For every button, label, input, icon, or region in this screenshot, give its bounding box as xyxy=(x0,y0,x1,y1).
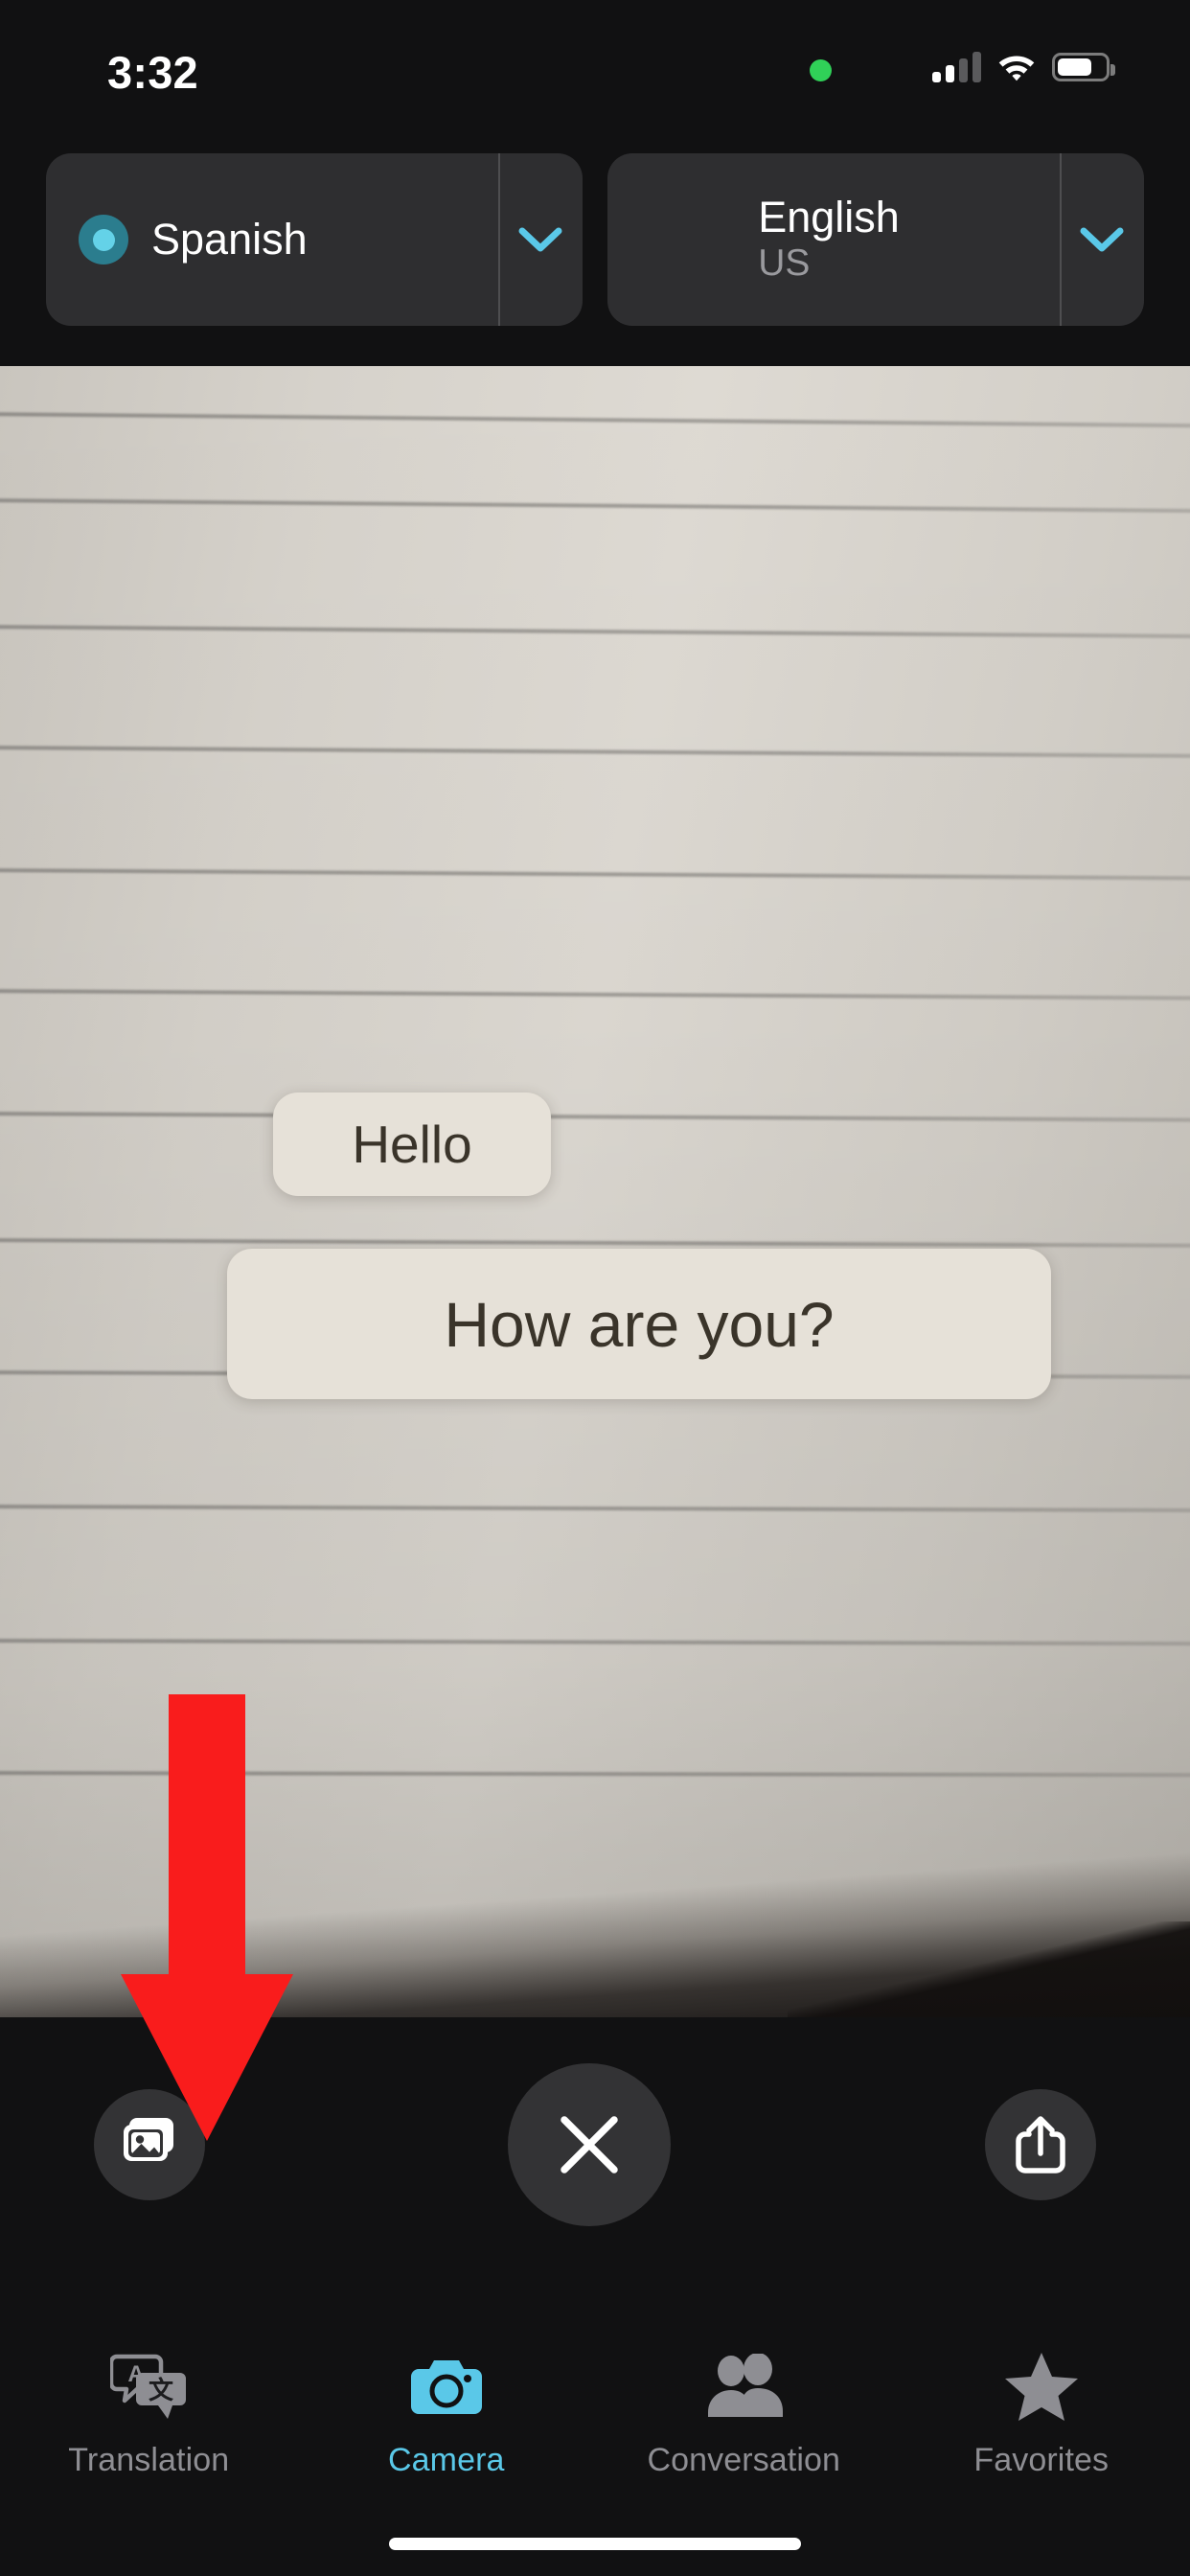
tab-camera[interactable]: Camera xyxy=(298,2346,596,2479)
tab-camera-label: Camera xyxy=(387,2442,505,2478)
lined-paper-background xyxy=(0,366,1190,2017)
target-language-dropdown-button[interactable] xyxy=(1060,153,1144,326)
tab-conversation-label: Conversation xyxy=(647,2442,841,2478)
tab-translation-icon-wrap: A 文 xyxy=(110,2346,187,2428)
battery-icon xyxy=(1052,53,1115,81)
share-button[interactable] xyxy=(985,2089,1096,2200)
chevron-down-icon xyxy=(1080,227,1124,252)
phone-screen: 3:32 Spanish English US Hello How are yo… xyxy=(0,0,1190,2576)
tab-favorites-label: Favorites xyxy=(973,2442,1110,2478)
tab-translation-label: Translation xyxy=(68,2442,230,2478)
source-language-dropdown-button[interactable] xyxy=(498,153,583,326)
target-language-pill[interactable]: English US xyxy=(607,153,1144,326)
source-language-button[interactable]: Spanish xyxy=(46,153,498,326)
people-icon xyxy=(708,2354,784,2417)
photo-library-icon xyxy=(124,2118,173,2161)
tab-translation[interactable]: A 文 Translation xyxy=(0,2346,298,2479)
wifi-icon xyxy=(998,56,1035,81)
tab-camera-icon-wrap xyxy=(409,2346,484,2428)
translation-bubbles-icon: A 文 xyxy=(110,2354,187,2419)
status-bar-indicators xyxy=(810,46,1115,88)
tab-favorites-icon-wrap xyxy=(1003,2346,1080,2428)
source-language-name: Spanish xyxy=(151,214,308,264)
tab-conversation[interactable]: Conversation xyxy=(595,2346,893,2479)
target-language-region: US xyxy=(758,242,811,284)
translation-bubble[interactable]: Hello xyxy=(273,1092,551,1196)
listening-radio-icon xyxy=(79,215,128,264)
camera-icon xyxy=(410,2360,482,2414)
translation-bubble[interactable]: How are you? xyxy=(227,1249,1051,1399)
camera-controls-bar xyxy=(0,2017,1190,2319)
photo-library-button[interactable] xyxy=(94,2089,205,2200)
cellular-signal-icon xyxy=(932,52,981,82)
chevron-down-icon xyxy=(518,227,562,252)
source-language-pill[interactable]: Spanish xyxy=(46,153,583,326)
target-language-button[interactable]: English US xyxy=(607,153,1060,326)
language-selector-bar: Spanish English US xyxy=(0,153,1190,331)
desk-edge-wedge xyxy=(788,1921,1190,2017)
svg-text:文: 文 xyxy=(149,2376,174,2404)
target-language-name: English xyxy=(758,193,900,242)
close-button[interactable] xyxy=(508,2063,671,2226)
share-icon xyxy=(1016,2116,1065,2174)
target-language-texts: English US xyxy=(758,193,900,285)
tab-favorites[interactable]: Favorites xyxy=(893,2346,1190,2479)
tab-conversation-icon-wrap xyxy=(702,2346,785,2428)
camera-viewfinder[interactable] xyxy=(0,366,1190,2017)
status-bar-time: 3:32 xyxy=(107,47,198,98)
status-bar: 3:32 xyxy=(0,0,1190,125)
star-icon xyxy=(1004,2353,1078,2421)
recording-indicator-dot xyxy=(810,59,832,81)
close-x-icon xyxy=(561,2116,618,2174)
source-language-texts: Spanish xyxy=(151,214,308,264)
home-indicator[interactable] xyxy=(389,2538,801,2550)
